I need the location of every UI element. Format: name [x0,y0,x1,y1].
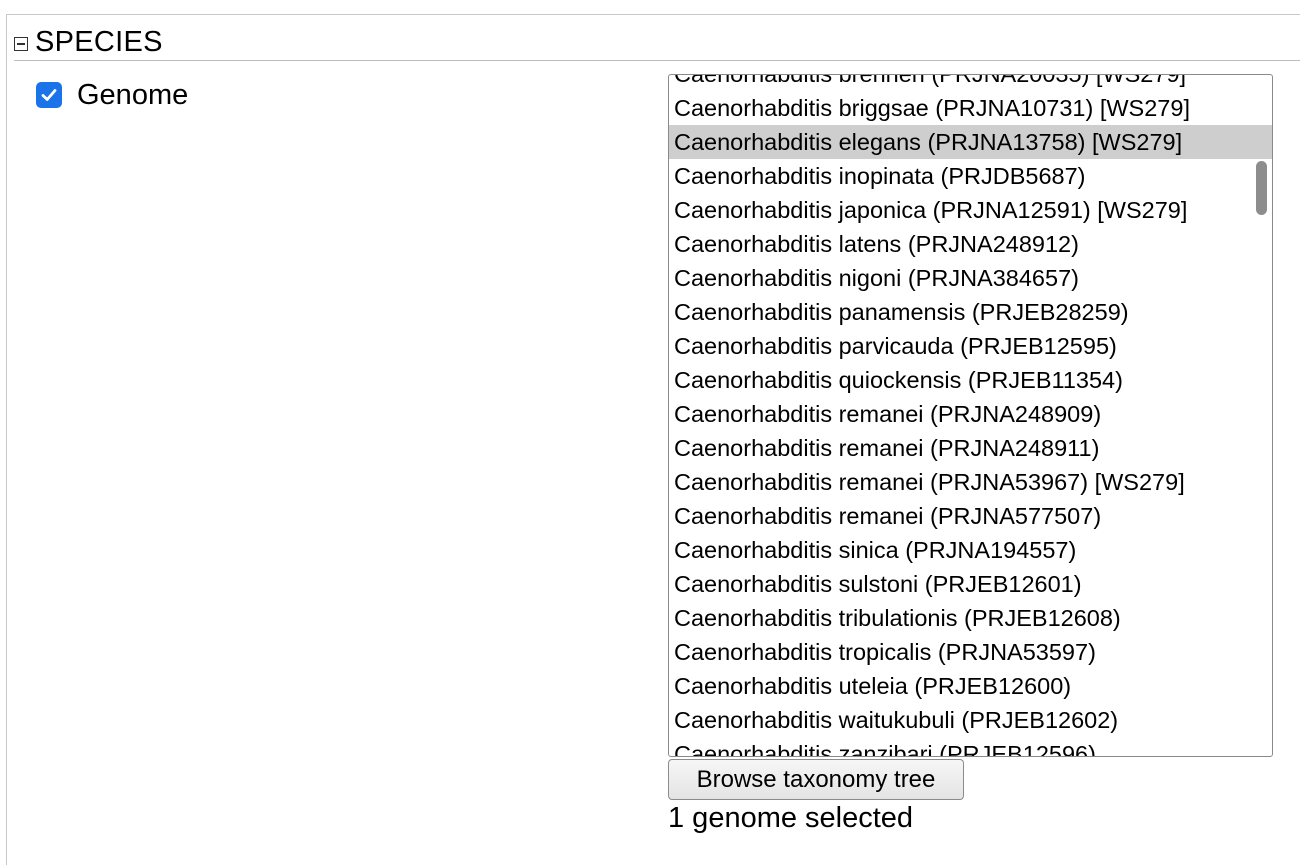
browse-taxonomy-tree-button[interactable]: Browse taxonomy tree [668,759,964,800]
checkmark-icon [41,89,57,101]
genome-label: Genome [77,79,189,111]
genome-listbox[interactable]: Caenorhabditis brenneri (PRJNA20035) [WS… [668,74,1273,757]
genome-option[interactable]: Caenorhabditis tropicalis (PRJNA53597) [669,635,1272,669]
genome-option[interactable]: Caenorhabditis zanzibari (PRJEB12596) [669,737,1272,756]
section-title: SPECIES [35,26,163,58]
genome-option[interactable]: Caenorhabditis nigoni (PRJNA384657) [669,261,1272,295]
genome-option[interactable]: Caenorhabditis parvicauda (PRJEB12595) [669,329,1272,363]
genome-options: Caenorhabditis brenneri (PRJNA20035) [WS… [669,75,1272,756]
genome-option[interactable]: Caenorhabditis waitukubuli (PRJEB12602) [669,703,1272,737]
genome-filter-row: Genome [36,78,188,112]
genome-option[interactable]: Caenorhabditis remanei (PRJNA248911) [669,431,1272,465]
genome-option[interactable]: Caenorhabditis latens (PRJNA248912) [669,227,1272,261]
genome-option[interactable]: Caenorhabditis briggsae (PRJNA10731) [WS… [669,91,1272,125]
genome-option[interactable]: Caenorhabditis remanei (PRJNA53967) [WS2… [669,465,1272,499]
genome-option[interactable]: Caenorhabditis sulstoni (PRJEB12601) [669,567,1272,601]
collapse-minus-icon[interactable] [14,37,28,51]
genome-checkbox[interactable] [36,82,62,108]
genome-option[interactable]: Caenorhabditis inopinata (PRJDB5687) [669,159,1272,193]
genome-option[interactable]: Caenorhabditis uteleia (PRJEB12600) [669,669,1272,703]
species-section-header[interactable]: SPECIES [14,24,1300,61]
genome-option[interactable]: Caenorhabditis quiockensis (PRJEB11354) [669,363,1272,397]
genome-option[interactable]: Caenorhabditis remanei (PRJNA248909) [669,397,1272,431]
genome-option[interactable]: Caenorhabditis elegans (PRJNA13758) [WS2… [669,125,1272,159]
genome-selection-count: 1 genome selected [668,802,914,834]
scrollbar-thumb[interactable] [1256,161,1267,215]
genome-option[interactable]: Caenorhabditis tribulationis (PRJEB12608… [669,601,1272,635]
genome-option[interactable]: Caenorhabditis panamensis (PRJEB28259) [669,295,1272,329]
genome-option[interactable]: Caenorhabditis brenneri (PRJNA20035) [WS… [669,75,1272,91]
genome-option[interactable]: Caenorhabditis sinica (PRJNA194557) [669,533,1272,567]
genome-option[interactable]: Caenorhabditis remanei (PRJNA577507) [669,499,1272,533]
genome-option[interactable]: Caenorhabditis japonica (PRJNA12591) [WS… [669,193,1272,227]
